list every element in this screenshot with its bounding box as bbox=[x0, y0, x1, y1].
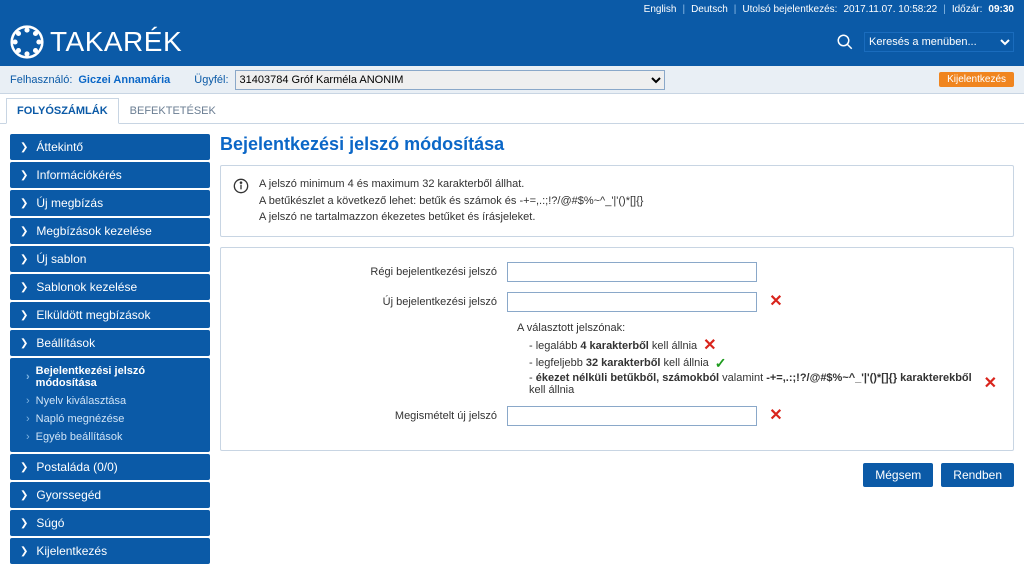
separator: | bbox=[734, 4, 737, 15]
user-bar: Felhasználó: Giczei Annamária Ügyfél: 31… bbox=[0, 66, 1024, 94]
info-box: A jelszó minimum 4 és maximum 32 karakte… bbox=[220, 165, 1014, 237]
sidebar-item-beallitasok[interactable]: ❯ Beállítások bbox=[10, 330, 210, 356]
lang-deutsch-link[interactable]: Deutsch bbox=[691, 4, 728, 15]
sidebar-item-label: Új megbízás bbox=[36, 196, 103, 210]
main-layout: ❯ Áttekintő ❯ Információkérés ❯ Új megbízás… bbox=[0, 124, 1024, 576]
invalid-icon: ✕ bbox=[703, 338, 716, 354]
chevron-right-icon: ❯ bbox=[20, 462, 28, 473]
page-title: Bejelentkezési jelszó módosítása bbox=[220, 134, 1014, 155]
chevron-right-icon: ❯ bbox=[20, 310, 28, 321]
info-line-2: A betűkészlet a következő lehet: betűk é… bbox=[259, 193, 643, 210]
sidebar-item-label: Kijelentkezés bbox=[36, 544, 107, 558]
validation-rule-max: - legfeljebb 32 karakterből kell állnia … bbox=[529, 356, 997, 370]
chevron-right-icon: ❯ bbox=[20, 226, 28, 237]
chevron-right-icon: ❯ bbox=[20, 198, 28, 209]
menu-search-select[interactable]: Keresés a menüben... bbox=[864, 32, 1014, 52]
info-line-1: A jelszó minimum 4 és maximum 32 karakte… bbox=[259, 176, 643, 193]
sidebar-subitem-nyelv[interactable]: Nyelv kiválasztása bbox=[10, 392, 210, 410]
chevron-right-icon: ❯ bbox=[20, 170, 28, 181]
last-login-label: Utolsó bejelentkezés: bbox=[742, 4, 837, 15]
sidebar-submenu-beallitasok: Bejelentkezési jelszó módosítása Nyelv k… bbox=[10, 358, 210, 452]
info-icon bbox=[233, 178, 249, 194]
repeat-password-label: Megismételt új jelszó bbox=[237, 410, 497, 422]
password-form: Régi bejelentkezési jelszó Új bejelentke… bbox=[220, 247, 1014, 451]
timeout-value: 09:30 bbox=[988, 4, 1014, 15]
validation-rule-charset: - ékezet nélküli betűkből, számokból val… bbox=[529, 372, 997, 396]
sidebar-item-postalada[interactable]: ❯ Postaláda (0/0) bbox=[10, 454, 210, 480]
main-tabs: FOLYÓSZÁMLÁK BEFEKTETÉSEK bbox=[0, 94, 1024, 124]
invalid-icon: ✕ bbox=[769, 408, 782, 424]
sidebar-item-label: Beállítások bbox=[36, 336, 95, 350]
new-password-input[interactable] bbox=[507, 292, 757, 312]
sidebar-item-label: Elküldött megbízások bbox=[36, 308, 150, 322]
sidebar-item-sablonok-kezelese[interactable]: ❯ Sablonok kezelése bbox=[10, 274, 210, 300]
sidebar-subitem-jelszo-modositasa[interactable]: Bejelentkezési jelszó módosítása bbox=[10, 362, 210, 392]
chevron-right-icon: ❯ bbox=[20, 546, 28, 557]
last-login-value: 2017.11.07. 10:58:22 bbox=[843, 4, 937, 15]
sidebar-subitem-egyeb[interactable]: Egyéb beállítások bbox=[10, 428, 210, 446]
user-label: Felhasználó: bbox=[10, 74, 72, 86]
validation-rule-min: - legalább 4 karakterből kell állnia ✕ bbox=[529, 338, 997, 354]
tab-befektetesek[interactable]: BEFEKTETÉSEK bbox=[119, 98, 227, 123]
old-password-input[interactable] bbox=[507, 262, 757, 282]
menu-search-area: Keresés a menüben... bbox=[836, 32, 1014, 52]
sidebar-item-label: Új sablon bbox=[36, 252, 86, 266]
sidebar-item-label: Súgó bbox=[36, 516, 64, 530]
top-utility-bar: English | Deutsch | Utolsó bejelentkezés… bbox=[0, 0, 1024, 18]
chevron-right-icon: ❯ bbox=[20, 518, 28, 529]
separator: | bbox=[943, 4, 946, 15]
brand-text: TAKARÉK bbox=[50, 26, 182, 58]
cancel-button[interactable]: Mégsem bbox=[863, 463, 933, 487]
chevron-down-icon: ❯ bbox=[20, 338, 28, 349]
sidebar-item-label: Postaláda (0/0) bbox=[36, 460, 117, 474]
sidebar-item-megbizasok-kezelese[interactable]: ❯ Megbízások kezelése bbox=[10, 218, 210, 244]
old-password-label: Régi bejelentkezési jelszó bbox=[237, 266, 497, 278]
invalid-icon: ✕ bbox=[769, 294, 782, 310]
sidebar-item-label: Áttekintő bbox=[36, 140, 83, 154]
sidebar-item-gyorsseged[interactable]: ❯ Gyorssegéd bbox=[10, 482, 210, 508]
sidebar-item-sugo[interactable]: ❯ Súgó bbox=[10, 510, 210, 536]
repeat-password-input[interactable] bbox=[507, 406, 757, 426]
form-buttons: Mégsem Rendben bbox=[220, 451, 1014, 487]
brand-header: TAKARÉK Keresés a menüben... bbox=[0, 18, 1024, 66]
sidebar: ❯ Áttekintő ❯ Információkérés ❯ Új megbízás… bbox=[10, 134, 210, 566]
info-line-3: A jelszó ne tartalmazzon ékezetes betűke… bbox=[259, 209, 643, 226]
sidebar-item-attekinto[interactable]: ❯ Áttekintő bbox=[10, 134, 210, 160]
content-area: Bejelentkezési jelszó módosítása A jelsz… bbox=[220, 134, 1014, 487]
tab-folyoszamlak[interactable]: FOLYÓSZÁMLÁK bbox=[6, 98, 119, 124]
sidebar-item-uj-megbizas[interactable]: ❯ Új megbízás bbox=[10, 190, 210, 216]
user-name: Giczei Annamária bbox=[78, 74, 170, 86]
sidebar-item-uj-sablon[interactable]: ❯ Új sablon bbox=[10, 246, 210, 272]
sidebar-item-informaciokeres[interactable]: ❯ Információkérés bbox=[10, 162, 210, 188]
ok-button[interactable]: Rendben bbox=[941, 463, 1014, 487]
separator: | bbox=[682, 4, 685, 15]
logout-button[interactable]: Kijelentkezés bbox=[939, 72, 1014, 87]
new-password-label: Új bejelentkezési jelszó bbox=[237, 296, 497, 308]
sidebar-item-label: Megbízások kezelése bbox=[36, 224, 151, 238]
chevron-right-icon: ❯ bbox=[20, 282, 28, 293]
timeout-label: Időzár: bbox=[952, 4, 983, 15]
valid-icon: ✓ bbox=[715, 356, 727, 370]
brand-logo: TAKARÉK bbox=[10, 25, 182, 59]
sidebar-item-label: Gyorssegéd bbox=[36, 488, 101, 502]
sidebar-item-label: Információkérés bbox=[36, 168, 121, 182]
client-label: Ügyfél: bbox=[194, 74, 228, 86]
lang-english-link[interactable]: English bbox=[644, 4, 677, 15]
sidebar-item-kijelentkezes[interactable]: ❯ Kijelentkezés bbox=[10, 538, 210, 564]
chevron-right-icon: ❯ bbox=[20, 254, 28, 265]
invalid-icon: ✕ bbox=[984, 376, 997, 392]
validation-title: A választott jelszónak: bbox=[517, 322, 997, 334]
sidebar-subitem-naplo[interactable]: Napló megnézése bbox=[10, 410, 210, 428]
chevron-right-icon: ❯ bbox=[20, 142, 28, 153]
sidebar-item-elkuldott-megbizasok[interactable]: ❯ Elküldött megbízások bbox=[10, 302, 210, 328]
search-icon[interactable] bbox=[836, 33, 854, 51]
client-select[interactable]: 31403784 Gróf Karméla ANONIM bbox=[235, 70, 665, 90]
brand-mark-icon bbox=[10, 25, 44, 59]
chevron-right-icon: ❯ bbox=[20, 490, 28, 501]
sidebar-item-label: Sablonok kezelése bbox=[36, 280, 137, 294]
